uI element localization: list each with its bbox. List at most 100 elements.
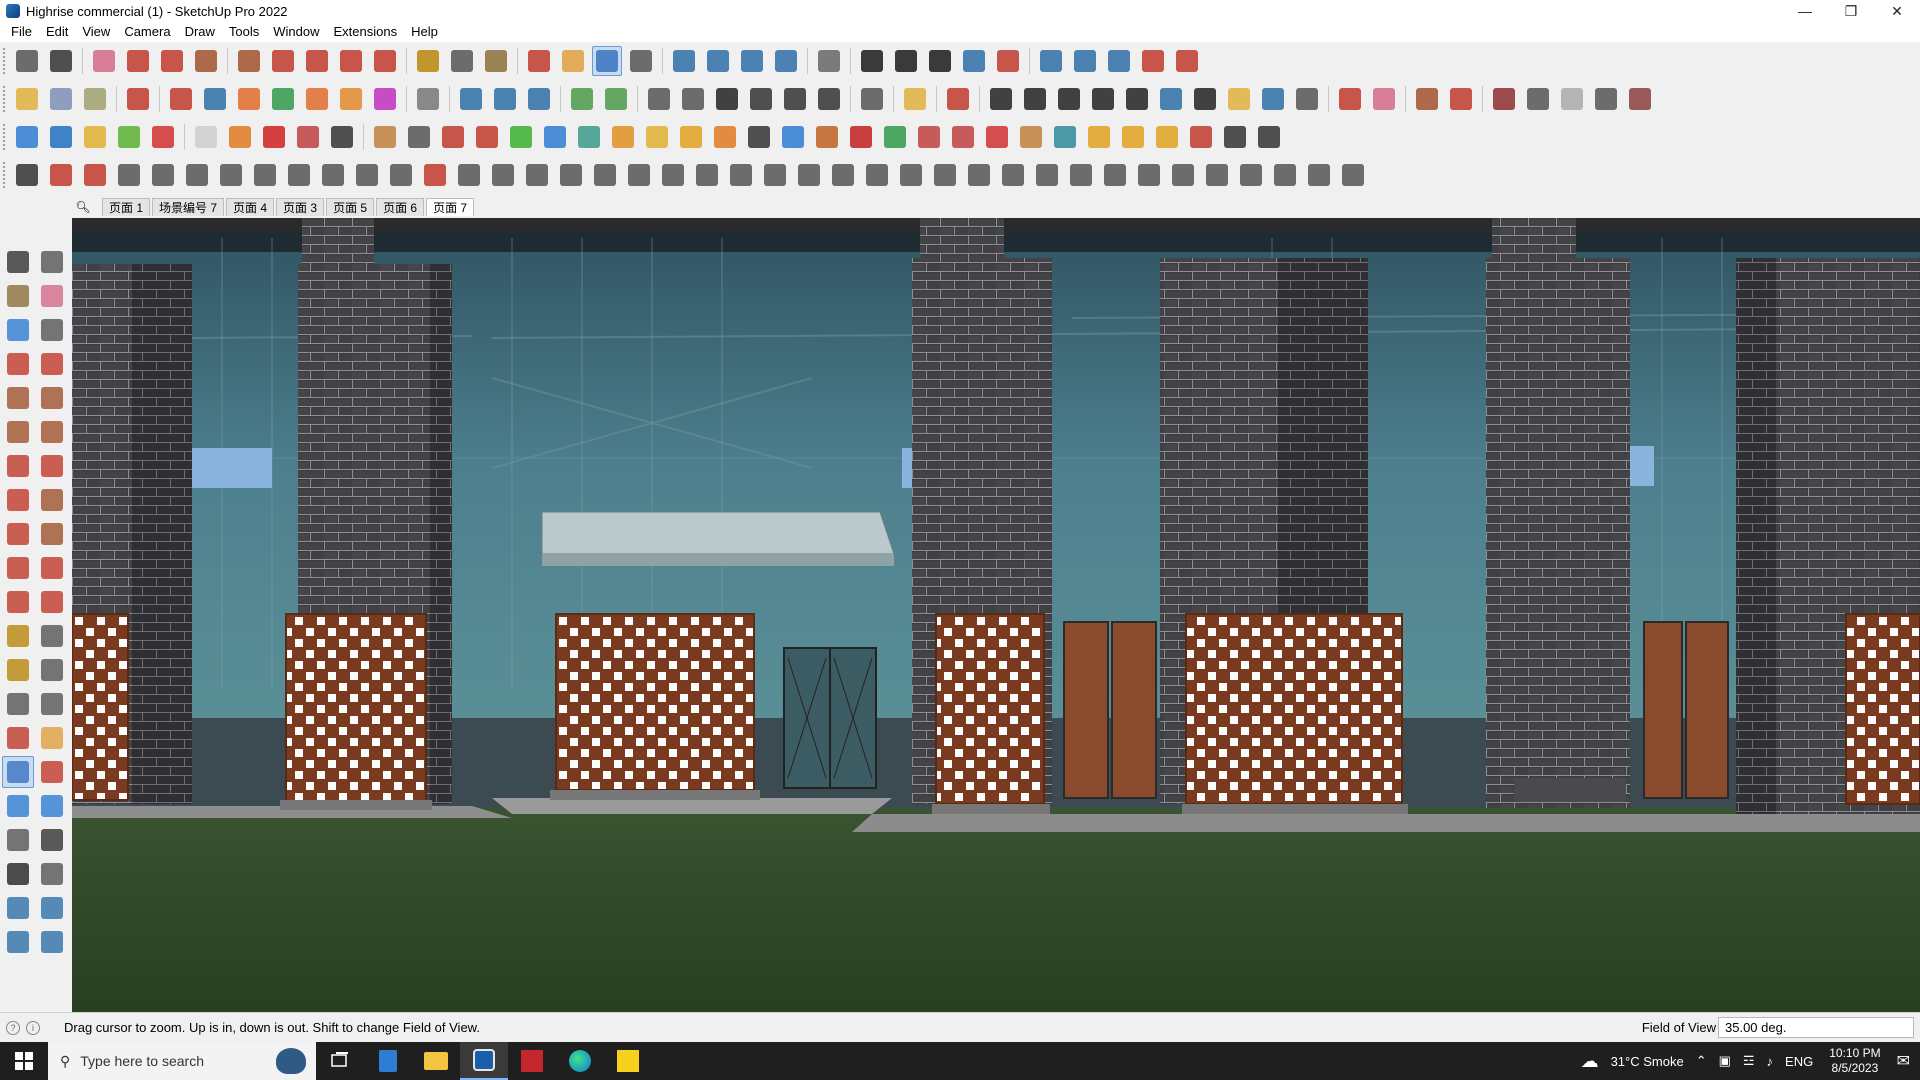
left-tag-tool-button[interactable] [36, 314, 68, 346]
green-plane-button[interactable] [114, 122, 144, 152]
cube-red-button[interactable] [982, 122, 1012, 152]
add-location-button[interactable] [891, 46, 921, 76]
camera-icon[interactable]: ▣ [1719, 1053, 1731, 1069]
curve-button[interactable] [413, 84, 443, 114]
texture-3-button[interactable] [1557, 84, 1587, 114]
section-plane-button[interactable] [669, 46, 699, 76]
plus-green-button[interactable] [506, 122, 536, 152]
left-polygon-button[interactable] [36, 416, 68, 448]
slash-line-3-button[interactable] [524, 84, 554, 114]
left-rectangle-button[interactable] [2, 382, 34, 414]
solid-intersect-button[interactable] [46, 84, 76, 114]
left-look-around-button[interactable] [36, 824, 68, 856]
paint-bucket-button[interactable] [481, 46, 511, 76]
spiral-button[interactable] [744, 122, 774, 152]
red-square-button[interactable] [259, 122, 289, 152]
profile-brown-button[interactable] [1412, 84, 1442, 114]
column-12-button[interactable] [1338, 160, 1368, 190]
house-4-button[interactable] [814, 84, 844, 114]
left-walk-button[interactable] [2, 858, 34, 890]
leaf-button[interactable] [658, 160, 688, 190]
grid-3d-2-button[interactable] [930, 160, 960, 190]
gear-outline-button[interactable] [148, 160, 178, 190]
layers-button[interactable] [737, 46, 767, 76]
cylinder-button[interactable] [250, 160, 280, 190]
left-orbit-2-button[interactable] [36, 246, 68, 278]
toolbar-grip[interactable] [2, 47, 7, 75]
menu-draw[interactable]: Draw [178, 22, 222, 42]
measure-red-button[interactable] [1335, 84, 1365, 114]
stairs-button[interactable] [726, 160, 756, 190]
weather-text[interactable]: 31°C Smoke [1611, 1054, 1684, 1069]
cube-pair-2-button[interactable] [948, 122, 978, 152]
minimize-button[interactable]: — [1782, 0, 1828, 22]
profile-grid-button[interactable] [1446, 84, 1476, 114]
toolbar-grip[interactable] [2, 161, 7, 189]
column-8-button[interactable] [1202, 160, 1232, 190]
roof-button[interactable] [644, 84, 674, 114]
photo-textures-button[interactable] [959, 46, 989, 76]
sketch-button[interactable] [900, 84, 930, 114]
grid-3d-button[interactable] [896, 160, 926, 190]
wall-button[interactable] [678, 84, 708, 114]
hook-2-button[interactable] [710, 122, 740, 152]
column-5-button[interactable] [1100, 160, 1130, 190]
left-rotate-button[interactable] [2, 552, 34, 584]
railing-2-button[interactable] [590, 160, 620, 190]
thin-plane-button[interactable] [191, 122, 221, 152]
chevron-up-icon[interactable]: ⌃ [1696, 1053, 1707, 1069]
pencil-line-button[interactable] [123, 46, 153, 76]
cube-pair-button[interactable] [914, 122, 944, 152]
left-axes-2-button[interactable] [36, 858, 68, 890]
arc-button[interactable] [157, 46, 187, 76]
clock[interactable]: 10:10 PM 8/5/2023 [1829, 1046, 1880, 1076]
shape-spiral-button[interactable] [1190, 84, 1220, 114]
taskbar-app-sticky-notes[interactable] [604, 1042, 652, 1080]
grid-orange-3-button[interactable] [1152, 122, 1182, 152]
speaker-icon[interactable]: ♪ [1767, 1054, 1774, 1069]
align-button[interactable] [1254, 122, 1284, 152]
tape-measure-button[interactable] [413, 46, 443, 76]
x-blue-button[interactable] [540, 122, 570, 152]
slash-line-2-button[interactable] [490, 84, 520, 114]
house-3-button[interactable] [780, 84, 810, 114]
corner-button[interactable] [352, 160, 382, 190]
extension-manager-button[interactable] [1070, 46, 1100, 76]
left-line-button[interactable] [2, 348, 34, 380]
leaf-2-button[interactable] [692, 160, 722, 190]
grid-teal-button[interactable] [1050, 122, 1080, 152]
geo-location-button[interactable] [857, 46, 887, 76]
bucket-button[interactable] [812, 122, 842, 152]
left-component-button[interactable] [2, 314, 34, 346]
shape-oval-button[interactable] [1020, 84, 1050, 114]
cube-green-2-button[interactable] [601, 84, 631, 114]
scene-tab-4[interactable]: 页面 3 [276, 198, 325, 216]
grid-orange-button[interactable] [1084, 122, 1114, 152]
blue-diamond-button[interactable] [12, 122, 42, 152]
left-paint-bucket-button[interactable] [2, 280, 34, 312]
taskbar-app-edge[interactable] [556, 1042, 604, 1080]
blue-plane-button[interactable] [46, 122, 76, 152]
corner-2-button[interactable] [386, 160, 416, 190]
shape-ring-button[interactable] [1292, 84, 1322, 114]
redo-button[interactable] [1138, 46, 1168, 76]
menu-view[interactable]: View [75, 22, 117, 42]
left-rotated-rect-button[interactable] [36, 382, 68, 414]
measurements-field[interactable]: 35.00 deg. [1718, 1017, 1914, 1038]
toolbar-grip[interactable] [2, 123, 7, 151]
scene-tab-3[interactable]: 页面 4 [226, 198, 275, 216]
cross-blue-button[interactable] [778, 122, 808, 152]
left-pie-button[interactable] [2, 484, 34, 516]
axis-red-button[interactable] [166, 84, 196, 114]
left-circle-button[interactable] [2, 416, 34, 448]
shape-arc-button[interactable] [1156, 84, 1186, 114]
left-text-button[interactable] [36, 654, 68, 686]
taskbar-app-calculator[interactable] [364, 1042, 412, 1080]
orbit-button[interactable] [524, 46, 554, 76]
left-previous-view-button[interactable] [36, 790, 68, 822]
extension-warehouse-button[interactable] [1036, 46, 1066, 76]
solid-outer-shell-button[interactable] [12, 84, 42, 114]
left-pan-button[interactable] [36, 722, 68, 754]
shape-circle-button[interactable] [986, 84, 1016, 114]
push-button[interactable] [123, 84, 153, 114]
